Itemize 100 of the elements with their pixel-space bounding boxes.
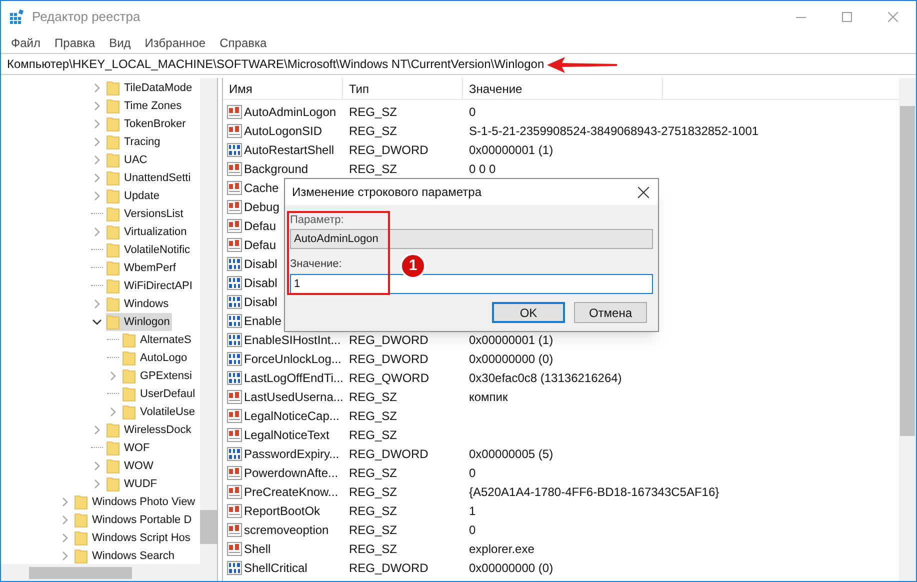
tree-item[interactable]: UAC — [106, 151, 150, 169]
string-value-icon — [227, 466, 242, 480]
folder-icon — [122, 386, 136, 402]
scrollbar[interactable] — [200, 78, 217, 564]
table-cell-text: Defau — [244, 236, 276, 254]
string-value-icon — [227, 218, 242, 232]
table-cell: REG_SZ — [349, 466, 398, 480]
tree-item[interactable]: WUDF — [106, 475, 159, 493]
folder-icon — [106, 116, 120, 132]
scrollbar-thumb[interactable] — [900, 106, 915, 436]
table-cell-text: LastLogOffEndTi... — [244, 370, 344, 386]
tree-item[interactable]: Windows — [106, 295, 171, 313]
table-cell: 0 — [469, 466, 476, 480]
table-cell: REG_SZ — [349, 504, 398, 518]
address-bar[interactable]: Компьютер\HKEY_LOCAL_MACHINE\SOFTWARE\Microsoft\Windows NT\CurrentVersion\Winlogon — [1, 55, 544, 73]
tree-item[interactable]: Virtualization — [106, 223, 189, 241]
table-cell: 0x00000000 (0) — [469, 352, 554, 366]
folder-icon — [122, 368, 136, 384]
folder-icon — [74, 530, 88, 546]
table-cell: REG_DWORD — [349, 560, 428, 574]
folder-icon — [106, 206, 120, 222]
column-header[interactable]: Имя — [223, 78, 343, 99]
value-field[interactable]: 1 — [290, 274, 653, 294]
binary-value-icon — [227, 446, 242, 460]
tree-item[interactable]: WOF — [106, 439, 152, 457]
tree-item[interactable]: TileDataMode — [106, 79, 194, 97]
tree-item[interactable]: Windows Photo View — [74, 493, 198, 511]
binary-value-icon — [227, 332, 242, 346]
menu-item[interactable]: Справка — [212, 34, 274, 52]
table-cell-text: Shell — [244, 540, 271, 558]
table-cell-text: scremoveoption — [244, 522, 329, 538]
table-cell: REG_SZ — [349, 484, 398, 498]
table-cell: REG_DWORD — [349, 332, 428, 346]
pointer-arrow — [547, 56, 617, 74]
scrollbar-thumb[interactable] — [29, 566, 132, 578]
folder-icon — [106, 242, 120, 258]
tree-item[interactable]: Update — [106, 187, 162, 205]
folder-icon — [106, 458, 120, 474]
string-value-icon — [227, 484, 242, 498]
table-cell-text: Enable — [244, 312, 282, 330]
table-cell: REG_SZ — [349, 390, 398, 404]
tree-item[interactable]: VersionsList — [106, 205, 186, 223]
tree-item[interactable]: AlternateS — [122, 331, 194, 349]
tree-item[interactable]: WOW — [106, 457, 156, 475]
menu-item[interactable]: Файл — [4, 34, 48, 52]
window-title: Редактор реестра — [32, 8, 140, 26]
table-cell: REG_SZ — [349, 522, 398, 536]
string-value-icon — [227, 542, 242, 556]
tree-item[interactable]: WirelessDock — [106, 421, 194, 439]
string-value-icon — [227, 408, 242, 422]
table-cell-text: ForceUnlockLog... — [244, 350, 342, 368]
field-label: Значение: — [290, 257, 342, 271]
table-cell: 0x00000000 (0) — [469, 560, 554, 574]
table-cell: REG_DWORD — [349, 142, 428, 156]
string-value-icon — [227, 124, 242, 138]
tree-item[interactable]: Winlogon — [106, 313, 172, 331]
table-cell-text: AutoLogonSID — [244, 122, 322, 140]
tree-item[interactable]: VolatileUse — [122, 403, 198, 421]
cancel-button[interactable]: Отмена — [574, 302, 647, 323]
tree-item[interactable]: Windows Portable D — [74, 511, 194, 529]
tree-item[interactable]: WiFiDirectAPI — [106, 277, 194, 295]
tree-item[interactable]: Tracing — [106, 133, 162, 151]
table-cell-text: Defau — [244, 218, 276, 234]
horizontal-scrollbar[interactable] — [1, 564, 217, 581]
table-cell: компик — [469, 390, 508, 404]
tree-item[interactable]: GPExtensi — [122, 367, 194, 385]
table-cell: 0 0 0 — [469, 162, 496, 176]
field-label: Параметр: — [290, 213, 344, 227]
tree-item[interactable]: UserDefaul — [122, 385, 198, 403]
table-cell: REG_DWORD — [349, 446, 428, 460]
scrollbar-thumb[interactable] — [200, 510, 217, 544]
menu-item[interactable]: Вид — [102, 34, 138, 52]
scrollbar[interactable] — [899, 78, 916, 581]
menu-item[interactable]: Избранное — [138, 34, 213, 52]
tree-item[interactable]: Windows Script Hos — [74, 529, 192, 547]
binary-value-icon — [227, 370, 242, 384]
maximize-icon — [842, 12, 852, 22]
table-cell: 0x30efac0c8 (13136216264) — [469, 370, 622, 384]
menu-item[interactable]: Правка — [48, 34, 102, 52]
tree-item[interactable]: VolatileNotific — [106, 241, 192, 259]
column-header[interactable]: Значение — [463, 78, 663, 99]
folder-icon — [106, 152, 120, 168]
folder-icon — [106, 134, 120, 150]
tree-item[interactable]: TokenBroker — [106, 115, 188, 133]
tree-item[interactable]: Windows Search — [74, 547, 177, 565]
tree-item[interactable]: Time Zones — [106, 97, 184, 115]
folder-icon — [122, 332, 136, 348]
table-cell-text: PasswordExpiry... — [244, 446, 340, 462]
folder-icon — [106, 170, 120, 186]
folder-icon — [106, 224, 120, 240]
table-cell-text: ReportBootOk — [244, 502, 320, 520]
string-value-icon — [227, 390, 242, 404]
binary-value-icon — [227, 256, 242, 270]
tree-item[interactable]: UnattendSetti — [106, 169, 193, 187]
table-cell: S-1-5-21-2359908524-3849068943-2751832852-1001 — [469, 124, 759, 138]
table-cell-text: Debug — [244, 198, 280, 216]
ok-button[interactable]: OK — [492, 302, 565, 323]
tree-item[interactable]: AutoLogo — [122, 349, 190, 367]
tree-item[interactable]: WbemPerf — [106, 259, 178, 277]
column-header[interactable]: Тип — [343, 78, 463, 99]
